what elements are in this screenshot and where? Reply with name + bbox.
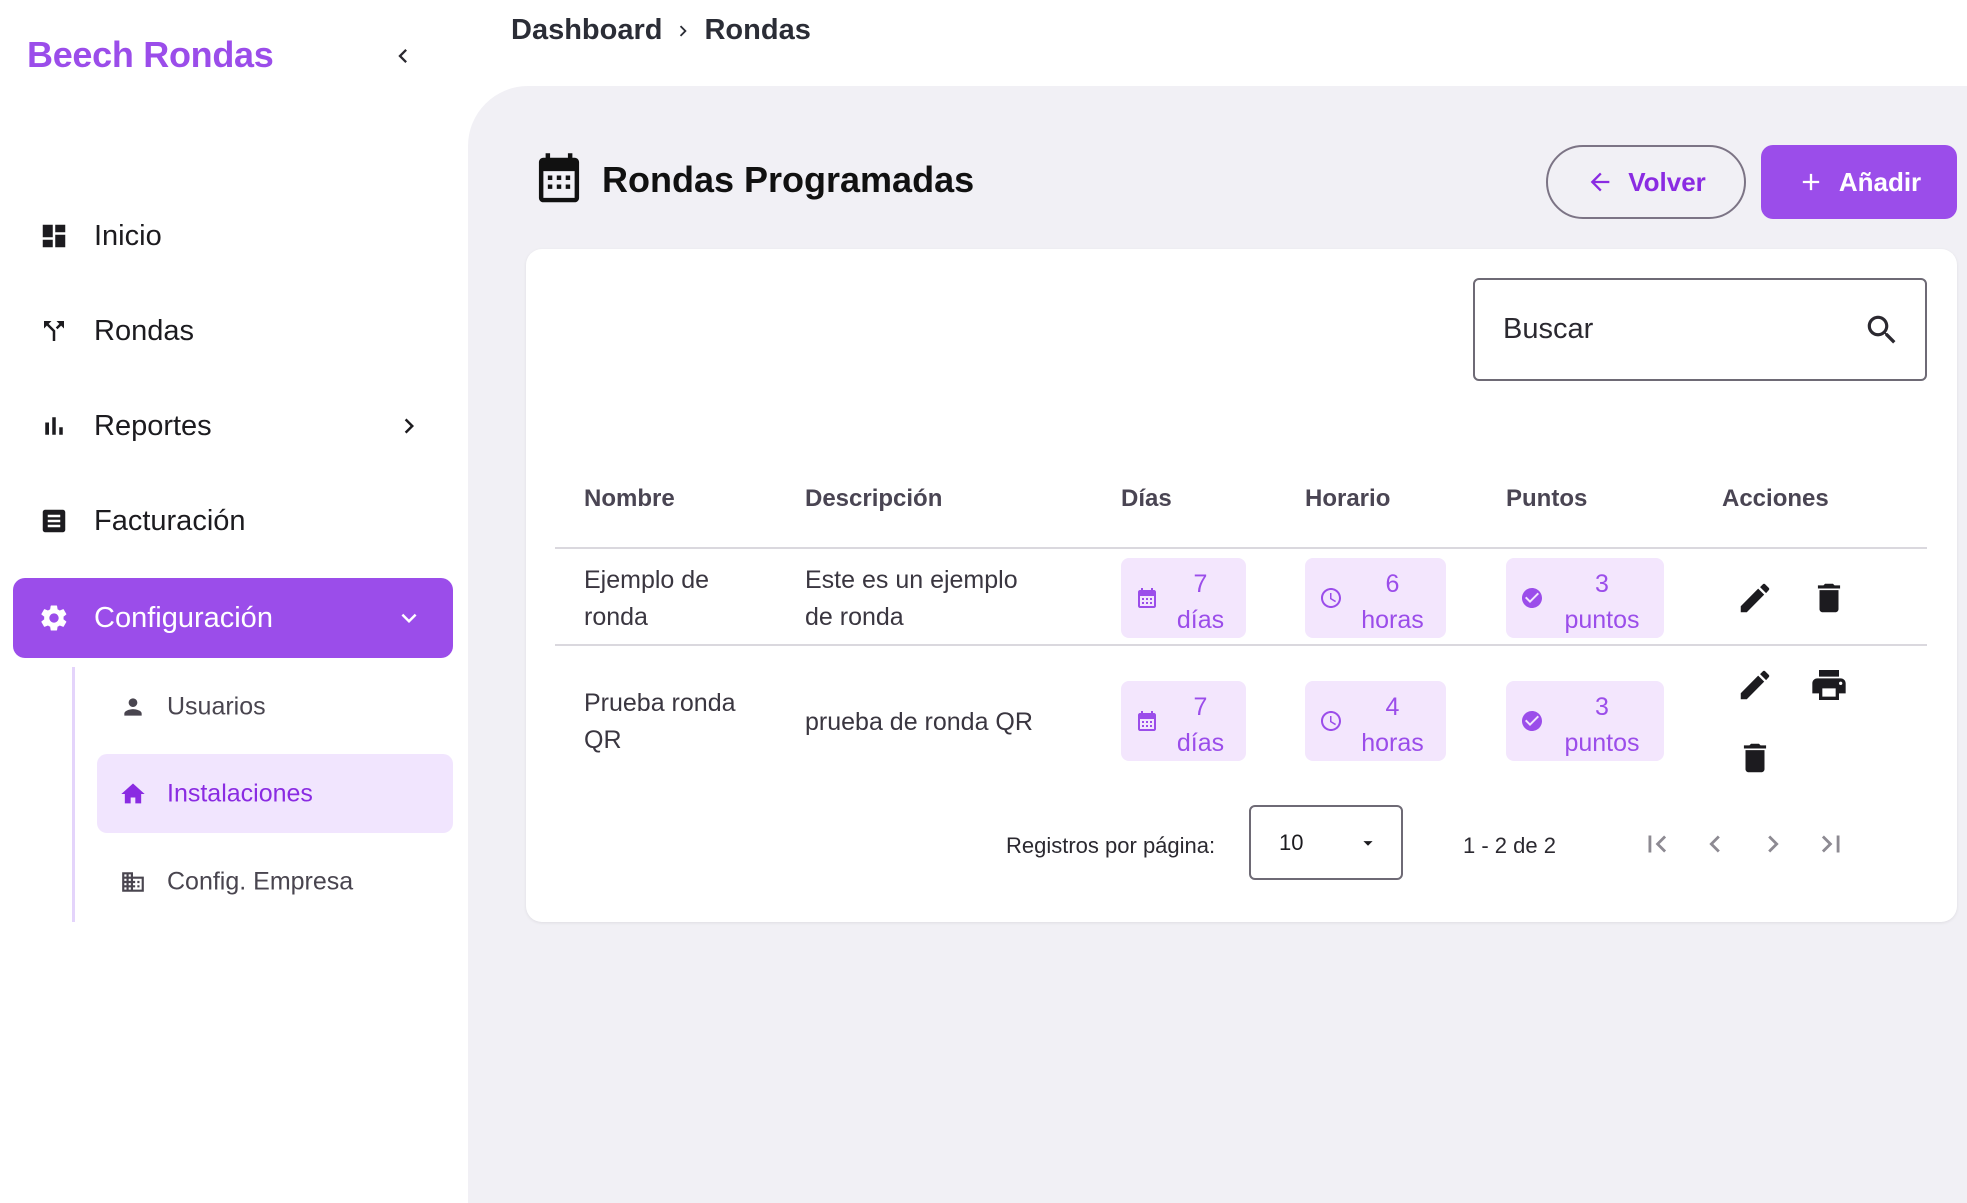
sidebar-item-label: Reportes — [94, 409, 212, 442]
sidebar-item-facturacion[interactable]: Facturación — [13, 481, 453, 561]
check-circle-icon — [1522, 588, 1542, 608]
add-button[interactable]: Añadir — [1761, 145, 1957, 219]
rows-per-page-select[interactable]: 10 — [1249, 805, 1403, 880]
print-button[interactable] — [1807, 663, 1851, 707]
search-field[interactable] — [1473, 278, 1927, 381]
days-chip: 7 días — [1121, 558, 1246, 638]
row-name: Prueba ronda QR — [584, 689, 736, 754]
sidebar-item-inicio[interactable]: Inicio — [13, 196, 453, 276]
last-page-button[interactable] — [1809, 822, 1853, 866]
trash-icon — [1817, 583, 1841, 613]
table-divider — [555, 547, 1927, 549]
sidebar-item-label: Rondas — [94, 314, 194, 347]
column-header-horario[interactable]: Horario — [1305, 485, 1390, 513]
add-button-label: Añadir — [1838, 166, 1922, 197]
back-button[interactable]: Volver — [1546, 145, 1746, 219]
points-chip: 3 puntos — [1506, 558, 1664, 638]
prev-page-button[interactable] — [1693, 822, 1737, 866]
sidebar-subitem-config-empresa[interactable]: Config. Empresa — [97, 842, 453, 921]
next-page-button[interactable] — [1751, 822, 1795, 866]
sidebar-subitem-label: Config. Empresa — [167, 867, 354, 895]
row-description: Este es un ejemplo de ronda — [805, 566, 1018, 631]
calendar-icon — [538, 153, 580, 203]
page-title: Rondas Programadas — [602, 159, 975, 200]
first-page-icon — [1648, 835, 1667, 853]
rows-per-page-label: Registros por página: — [1006, 833, 1216, 858]
last-page-icon — [1821, 835, 1840, 853]
rows-per-page-value: 10 — [1279, 829, 1304, 855]
gear-icon — [38, 602, 70, 634]
person-icon — [119, 693, 147, 721]
row-description: prueba de ronda QR — [805, 708, 1033, 736]
main-panel: Rondas Programadas Volver Añadir Nombre … — [468, 86, 1967, 1203]
sidebar-subitem-usuarios[interactable]: Usuarios — [97, 667, 453, 746]
sidebar-subitem-label: Usuarios — [167, 692, 266, 720]
plus-icon — [1802, 173, 1819, 191]
pencil-icon — [1740, 670, 1770, 700]
trash-icon — [1743, 743, 1767, 773]
sidebar-subitem-label: Instalaciones — [167, 779, 313, 807]
home-icon — [119, 780, 147, 808]
sidebar-item-label: Facturación — [94, 504, 246, 537]
building-icon — [119, 868, 147, 896]
receipt-icon — [38, 505, 70, 537]
column-header-descripcion[interactable]: Descripción — [805, 485, 942, 513]
collapse-sidebar-button[interactable] — [383, 36, 423, 76]
sidebar-item-label: Configuración — [94, 601, 273, 634]
bar-chart-icon — [38, 410, 70, 442]
dropdown-arrow-icon — [1363, 840, 1373, 846]
pencil-icon — [1740, 583, 1770, 613]
chevron-down-icon — [393, 602, 425, 634]
clock-icon — [1321, 588, 1341, 608]
delete-button[interactable] — [1733, 736, 1777, 780]
row-name: Ejemplo de ronda — [584, 566, 710, 631]
dashboard-icon — [38, 220, 70, 252]
pagination-range: 1 - 2 de 2 — [1463, 833, 1556, 858]
breadcrumb: Dashboard Rondas — [511, 14, 811, 47]
column-header-nombre[interactable]: Nombre — [584, 485, 675, 513]
column-header-acciones: Acciones — [1722, 485, 1829, 512]
arrow-left-icon — [1590, 172, 1610, 192]
chevron-right-icon — [672, 20, 694, 42]
chevron-left-icon — [398, 49, 407, 63]
sidebar-subitem-instalaciones[interactable]: Instalaciones — [97, 754, 453, 833]
check-circle-icon — [1522, 711, 1542, 731]
chevron-left-icon — [1709, 835, 1720, 853]
column-header-dias[interactable]: Días — [1121, 485, 1172, 513]
breadcrumb-dashboard-link[interactable]: Dashboard — [511, 14, 662, 47]
calendar-small-icon — [1138, 711, 1156, 731]
chevron-right-icon — [393, 410, 425, 442]
points-chip: 3 puntos — [1506, 681, 1664, 761]
table-card: Nombre Descripción Días Horario Puntos A… — [526, 249, 1957, 922]
clock-icon — [1321, 711, 1341, 731]
printer-icon — [1812, 670, 1846, 700]
sidebar-item-configuracion[interactable]: Configuración — [13, 578, 453, 658]
sidebar: Beech Rondas Inicio Rondas Reportes Fact… — [0, 0, 468, 1203]
days-chip: 7 días — [1121, 681, 1246, 761]
sidebar-item-label: Inicio — [94, 219, 162, 252]
first-page-button[interactable] — [1635, 822, 1679, 866]
submenu-guide-line — [72, 667, 75, 922]
edit-button[interactable] — [1733, 663, 1777, 707]
back-button-label: Volver — [1628, 166, 1706, 197]
edit-button[interactable] — [1733, 576, 1777, 620]
delete-button[interactable] — [1807, 576, 1851, 620]
hours-chip: 4 horas — [1305, 681, 1446, 761]
brand-logo-text[interactable]: Beech Rondas — [27, 34, 274, 76]
search-icon[interactable] — [1863, 311, 1901, 349]
chevron-right-icon — [1768, 835, 1779, 853]
search-input[interactable] — [1503, 313, 1843, 346]
breadcrumb-current: Rondas — [704, 14, 811, 46]
page-header: Rondas Programadas — [532, 151, 974, 209]
calendar-small-icon — [1138, 588, 1156, 608]
hours-chip: 6 horas — [1305, 558, 1446, 638]
table-divider — [555, 644, 1927, 646]
fork-icon — [38, 315, 70, 347]
sidebar-item-reportes[interactable]: Reportes — [13, 386, 453, 466]
sidebar-item-rondas[interactable]: Rondas — [13, 291, 453, 371]
column-header-puntos[interactable]: Puntos — [1506, 485, 1587, 513]
